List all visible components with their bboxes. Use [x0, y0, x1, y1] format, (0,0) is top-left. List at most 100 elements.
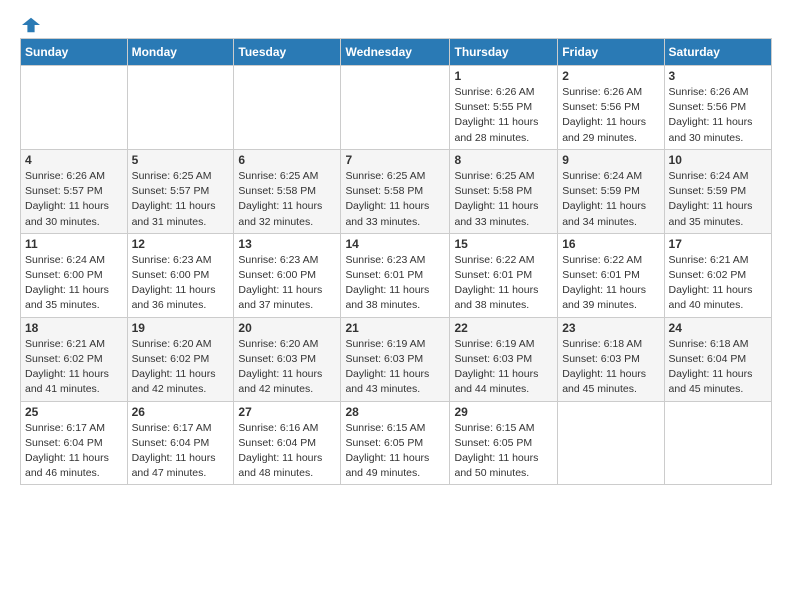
day-info: Sunrise: 6:17 AM Sunset: 6:04 PM Dayligh… [132, 421, 230, 482]
day-info: Sunrise: 6:25 AM Sunset: 5:58 PM Dayligh… [238, 169, 336, 230]
day-number: 29 [454, 405, 553, 419]
day-info: Sunrise: 6:23 AM Sunset: 6:01 PM Dayligh… [345, 253, 445, 314]
day-info: Sunrise: 6:24 AM Sunset: 5:59 PM Dayligh… [562, 169, 659, 230]
calendar-cell: 8Sunrise: 6:25 AM Sunset: 5:58 PM Daylig… [450, 149, 558, 233]
calendar-cell [21, 66, 128, 150]
calendar-week-row: 18 Sunrise: 6:21 AM Sunset: 6:02 PM Dayli… [21, 317, 772, 401]
day-number: 12 [132, 237, 230, 251]
day-number: 24 [669, 321, 767, 335]
day-number: 5 [132, 153, 230, 167]
calendar-cell: 24 Sunrise: 6:18 AM Sunset: 6:04 PM Dayli… [664, 317, 771, 401]
calendar-cell [558, 401, 664, 485]
day-number: 27 [238, 405, 336, 419]
calendar-header-row: SundayMondayTuesdayWednesdayThursdayFrid… [21, 39, 772, 66]
day-info: Sunrise: 6:19 AM Sunset: 6:03 PM Dayligh… [454, 337, 553, 398]
day-info: Sunrise: 6:15 AM Sunset: 6:05 PM Dayligh… [454, 421, 553, 482]
day-info: Sunrise: 6:26 AM Sunset: 5:56 PM Dayligh… [562, 85, 659, 146]
calendar-week-row: 11Sunrise: 6:24 AM Sunset: 6:00 PM Dayli… [21, 233, 772, 317]
day-info: Sunrise: 6:15 AM Sunset: 6:05 PM Dayligh… [345, 421, 445, 482]
calendar-cell: 2 Sunrise: 6:26 AM Sunset: 5:56 PM Daylig… [558, 66, 664, 150]
logo [20, 16, 40, 30]
day-info: Sunrise: 6:16 AM Sunset: 6:04 PM Dayligh… [238, 421, 336, 482]
day-info: Sunrise: 6:19 AM Sunset: 6:03 PM Dayligh… [345, 337, 445, 398]
calendar-cell: 6 Sunrise: 6:25 AM Sunset: 5:58 PM Daylig… [234, 149, 341, 233]
day-header-wednesday: Wednesday [341, 39, 450, 66]
day-number: 2 [562, 69, 659, 83]
calendar-cell: 7 Sunrise: 6:25 AM Sunset: 5:58 PM Daylig… [341, 149, 450, 233]
calendar-cell [234, 66, 341, 150]
day-number: 6 [238, 153, 336, 167]
calendar-cell: 5 Sunrise: 6:25 AM Sunset: 5:57 PM Daylig… [127, 149, 234, 233]
day-info: Sunrise: 6:17 AM Sunset: 6:04 PM Dayligh… [25, 421, 123, 482]
day-number: 22 [454, 321, 553, 335]
calendar-week-row: 25 Sunrise: 6:17 AM Sunset: 6:04 PM Dayli… [21, 401, 772, 485]
day-number: 4 [25, 153, 123, 167]
day-number: 20 [238, 321, 336, 335]
calendar-cell [127, 66, 234, 150]
day-number: 21 [345, 321, 445, 335]
day-header-friday: Friday [558, 39, 664, 66]
calendar-cell: 29 Sunrise: 6:15 AM Sunset: 6:05 PM Dayli… [450, 401, 558, 485]
calendar-body: 1 Sunrise: 6:26 AM Sunset: 5:55 PM Daylig… [21, 66, 772, 485]
day-number: 9 [562, 153, 659, 167]
calendar-cell: 4 Sunrise: 6:26 AM Sunset: 5:57 PM Daylig… [21, 149, 128, 233]
calendar-cell: 12 Sunrise: 6:23 AM Sunset: 6:00 PM Dayli… [127, 233, 234, 317]
day-info: Sunrise: 6:18 AM Sunset: 6:04 PM Dayligh… [669, 337, 767, 398]
day-number: 1 [454, 69, 553, 83]
day-info: Sunrise: 6:23 AM Sunset: 6:00 PM Dayligh… [238, 253, 336, 314]
day-info: Sunrise: 6:21 AM Sunset: 6:02 PM Dayligh… [25, 337, 123, 398]
calendar-cell: 28 Sunrise: 6:15 AM Sunset: 6:05 PM Dayli… [341, 401, 450, 485]
day-number: 10 [669, 153, 767, 167]
day-number: 19 [132, 321, 230, 335]
calendar-cell: 23Sunrise: 6:18 AM Sunset: 6:03 PM Dayli… [558, 317, 664, 401]
calendar-cell: 16 Sunrise: 6:22 AM Sunset: 6:01 PM Dayli… [558, 233, 664, 317]
day-number: 13 [238, 237, 336, 251]
day-number: 25 [25, 405, 123, 419]
day-number: 15 [454, 237, 553, 251]
day-number: 3 [669, 69, 767, 83]
calendar-cell: 26 Sunrise: 6:17 AM Sunset: 6:04 PM Dayli… [127, 401, 234, 485]
day-info: Sunrise: 6:20 AM Sunset: 6:03 PM Dayligh… [238, 337, 336, 398]
calendar-cell: 15 Sunrise: 6:22 AM Sunset: 6:01 PM Dayli… [450, 233, 558, 317]
calendar-cell: 27 Sunrise: 6:16 AM Sunset: 6:04 PM Dayli… [234, 401, 341, 485]
day-number: 28 [345, 405, 445, 419]
day-number: 23 [562, 321, 659, 335]
day-info: Sunrise: 6:22 AM Sunset: 6:01 PM Dayligh… [454, 253, 553, 314]
day-header-monday: Monday [127, 39, 234, 66]
day-info: Sunrise: 6:26 AM Sunset: 5:55 PM Dayligh… [454, 85, 553, 146]
calendar-cell: 22 Sunrise: 6:19 AM Sunset: 6:03 PM Dayli… [450, 317, 558, 401]
day-header-tuesday: Tuesday [234, 39, 341, 66]
day-number: 17 [669, 237, 767, 251]
day-info: Sunrise: 6:25 AM Sunset: 5:57 PM Dayligh… [132, 169, 230, 230]
day-header-thursday: Thursday [450, 39, 558, 66]
day-info: Sunrise: 6:25 AM Sunset: 5:58 PM Dayligh… [345, 169, 445, 230]
calendar-cell: 25 Sunrise: 6:17 AM Sunset: 6:04 PM Dayli… [21, 401, 128, 485]
day-number: 14 [345, 237, 445, 251]
day-number: 16 [562, 237, 659, 251]
logo-bird-icon [22, 16, 40, 34]
day-number: 26 [132, 405, 230, 419]
calendar-cell: 19Sunrise: 6:20 AM Sunset: 6:02 PM Dayli… [127, 317, 234, 401]
day-info: Sunrise: 6:24 AM Sunset: 5:59 PM Dayligh… [669, 169, 767, 230]
calendar-cell [341, 66, 450, 150]
calendar-cell: 1 Sunrise: 6:26 AM Sunset: 5:55 PM Daylig… [450, 66, 558, 150]
page-header [20, 16, 772, 30]
day-info: Sunrise: 6:26 AM Sunset: 5:57 PM Dayligh… [25, 169, 123, 230]
day-number: 8 [454, 153, 553, 167]
calendar-cell: 14 Sunrise: 6:23 AM Sunset: 6:01 PM Dayli… [341, 233, 450, 317]
day-number: 11 [25, 237, 123, 251]
calendar-cell [664, 401, 771, 485]
day-number: 7 [345, 153, 445, 167]
calendar-cell: 17 Sunrise: 6:21 AM Sunset: 6:02 PM Dayli… [664, 233, 771, 317]
day-info: Sunrise: 6:22 AM Sunset: 6:01 PM Dayligh… [562, 253, 659, 314]
day-header-saturday: Saturday [664, 39, 771, 66]
day-info: Sunrise: 6:21 AM Sunset: 6:02 PM Dayligh… [669, 253, 767, 314]
calendar-cell: 11Sunrise: 6:24 AM Sunset: 6:00 PM Dayli… [21, 233, 128, 317]
day-number: 18 [25, 321, 123, 335]
calendar-week-row: 1 Sunrise: 6:26 AM Sunset: 5:55 PM Daylig… [21, 66, 772, 150]
calendar-week-row: 4 Sunrise: 6:26 AM Sunset: 5:57 PM Daylig… [21, 149, 772, 233]
day-info: Sunrise: 6:23 AM Sunset: 6:00 PM Dayligh… [132, 253, 230, 314]
day-info: Sunrise: 6:26 AM Sunset: 5:56 PM Dayligh… [669, 85, 767, 146]
calendar-cell: 13 Sunrise: 6:23 AM Sunset: 6:00 PM Dayli… [234, 233, 341, 317]
calendar-cell: 20 Sunrise: 6:20 AM Sunset: 6:03 PM Dayli… [234, 317, 341, 401]
